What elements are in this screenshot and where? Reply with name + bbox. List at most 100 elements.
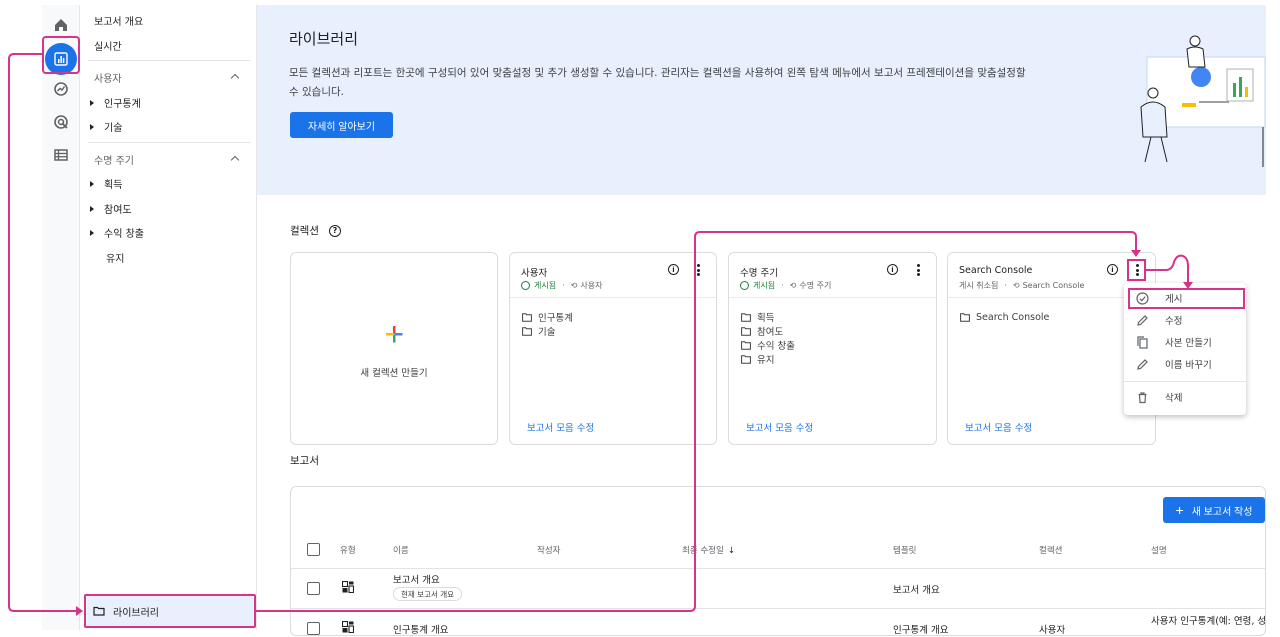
column-header-last-modified[interactable]: 최종 수정일 ↓ <box>682 544 735 556</box>
collection-title: 사용자 <box>521 268 548 279</box>
edit-collection-link[interactable]: 보고서 모음 수정 <box>746 420 813 434</box>
folder-icon <box>522 326 532 336</box>
new-collection-card[interactable]: 새 컬렉션 만들기 <box>290 252 498 445</box>
home-icon[interactable] <box>51 15 71 35</box>
menu-divider <box>1124 381 1246 382</box>
collection-card-user[interactable]: 사용자 i 게시됨 · ⟲ 사용자 인구통계 기술 보고서 모음 수정 <box>509 252 717 445</box>
reports-heading: 보고서 <box>290 453 319 468</box>
learn-more-button[interactable]: 자세히 알아보기 <box>290 112 393 138</box>
column-header-collection[interactable]: 컬렉션 <box>1039 544 1062 556</box>
status-text: 게시됨 <box>534 281 557 290</box>
create-report-button[interactable]: + 새 보고서 작성 <box>1163 497 1265 523</box>
nav-item-demographics[interactable]: 인구통계 <box>90 95 141 110</box>
info-icon[interactable]: i <box>1107 264 1118 275</box>
template-name: 사용자 <box>580 281 603 290</box>
row-checkbox[interactable] <box>307 622 320 635</box>
menu-item-copy[interactable]: 사본 만들기 <box>1124 331 1246 353</box>
card-divider <box>729 297 936 298</box>
create-report-label: 새 보고서 작성 <box>1191 506 1253 518</box>
menu-item-rename[interactable]: 이름 바꾸기 <box>1124 353 1246 375</box>
configure-icon[interactable] <box>51 145 71 165</box>
collections-label: 컬렉션 <box>290 225 319 237</box>
topic-label: 유지 <box>757 355 775 366</box>
banner-description: 모든 컬렉션과 리포트는 한곳에 구성되어 있어 맞춤설정 및 추가 생성할 수… <box>289 67 1026 98</box>
folder-icon <box>741 326 751 336</box>
pencil-icon <box>1137 314 1148 326</box>
nav-realtime[interactable]: 실시간 <box>94 38 122 53</box>
edit-collection-link[interactable]: 보고서 모음 수정 <box>965 420 1032 434</box>
template-link-icon: ⟲ <box>570 281 578 290</box>
reports-label: 보고서 <box>290 455 319 467</box>
nav-item-label: 획득 <box>104 180 123 191</box>
edit-collection-link[interactable]: 보고서 모음 수정 <box>527 420 594 434</box>
dashboard-icon <box>342 581 354 593</box>
reports-table <box>290 486 1266 636</box>
info-icon[interactable]: i <box>668 264 679 275</box>
row-checkbox[interactable] <box>307 582 320 595</box>
topic-label: 획득 <box>757 313 775 324</box>
table-divider <box>291 608 1265 609</box>
column-header-template[interactable]: 템플릿 <box>893 544 916 556</box>
topic-label: Search Console <box>976 311 1050 323</box>
check-circle-icon <box>521 281 530 290</box>
nav-reports-snapshot[interactable]: 보고서 개요 <box>94 13 143 28</box>
column-header-type[interactable]: 유형 <box>340 544 356 556</box>
template-link-icon: ⟲ <box>789 281 797 290</box>
collection-title: 수명 주기 <box>740 268 778 279</box>
collection-card-lifecycle[interactable]: 수명 주기 i 게시됨 · ⟲ 수명 주기 획득 참여도 수익 창출 유지 보고서 … <box>728 252 937 445</box>
menu-item-label: 이름 바꾸기 <box>1165 360 1212 371</box>
more-vert-icon[interactable] <box>916 264 920 276</box>
report-template: 보고서 개요 <box>893 585 940 596</box>
topic-item: 수익 창출 <box>741 338 795 352</box>
caret-right-icon <box>90 123 94 130</box>
nav-item-label: 기술 <box>104 123 123 134</box>
column-header-description[interactable]: 설명 <box>1151 544 1167 556</box>
folder-icon <box>741 354 751 364</box>
nav-item-label: 인구통계 <box>104 99 141 110</box>
collection-topics: Search Console <box>960 310 1049 324</box>
caret-right-icon <box>90 229 94 236</box>
collection-title: Search Console <box>959 265 1033 276</box>
chevron-up-icon[interactable] <box>230 73 240 83</box>
report-name[interactable]: 인구통계 개요 <box>393 622 448 636</box>
help-icon[interactable]: ? <box>328 224 341 237</box>
folder-icon <box>741 340 751 350</box>
topic-label: 인구통계 <box>538 313 573 324</box>
template-link-icon: ⟲ <box>1012 281 1020 290</box>
page-title: 라이브러리 <box>289 30 359 48</box>
select-all-checkbox[interactable] <box>307 543 320 556</box>
published-status: 게시됨 <box>740 280 775 291</box>
nav-section-lifecycle[interactable]: 수명 주기 <box>94 152 134 167</box>
collections-heading: 컬렉션 ? <box>290 223 341 238</box>
report-template: 인구통계 개요 <box>893 625 949 636</box>
check-circle-icon <box>740 281 749 290</box>
column-header-name[interactable]: 이름 <box>393 544 409 556</box>
card-divider <box>510 297 716 298</box>
nav-item-tech[interactable]: 기술 <box>90 119 122 134</box>
menu-item-delete[interactable]: 삭제 <box>1124 386 1246 408</box>
collection-topics: 인구통계 기술 <box>522 310 573 338</box>
nav-section-user[interactable]: 사용자 <box>94 70 122 85</box>
chevron-up-icon[interactable] <box>230 155 240 165</box>
topic-label: 기술 <box>538 327 556 338</box>
more-vert-icon[interactable] <box>696 264 700 276</box>
topic-item: 참여도 <box>741 324 795 338</box>
new-collection-label: 새 컬렉션 만들기 <box>360 368 428 379</box>
column-header-creator[interactable]: 작성자 <box>537 544 560 556</box>
topic-item: 기술 <box>522 324 573 338</box>
collection-meta: 게시됨 · ⟲ 사용자 <box>521 280 602 291</box>
report-name[interactable]: 보고서 개요 <box>393 572 440 586</box>
info-icon[interactable]: i <box>887 264 898 275</box>
folder-icon <box>960 312 970 322</box>
menu-item-edit[interactable]: 수정 <box>1124 309 1246 331</box>
nav-item-acquisition[interactable]: 획득 <box>90 176 122 191</box>
nav-item-retention[interactable]: 유지 <box>106 250 124 265</box>
nav-item-label: 참여도 <box>104 205 132 216</box>
explore-icon[interactable] <box>51 79 71 99</box>
nav-item-engagement[interactable]: 참여도 <box>90 201 132 216</box>
advertising-icon[interactable] <box>51 112 71 132</box>
nav-item-monetization[interactable]: 수익 창출 <box>90 225 144 240</box>
caret-right-icon <box>90 180 94 187</box>
folder-icon <box>522 312 532 322</box>
collection-topics: 획득 참여도 수익 창출 유지 <box>741 310 795 366</box>
